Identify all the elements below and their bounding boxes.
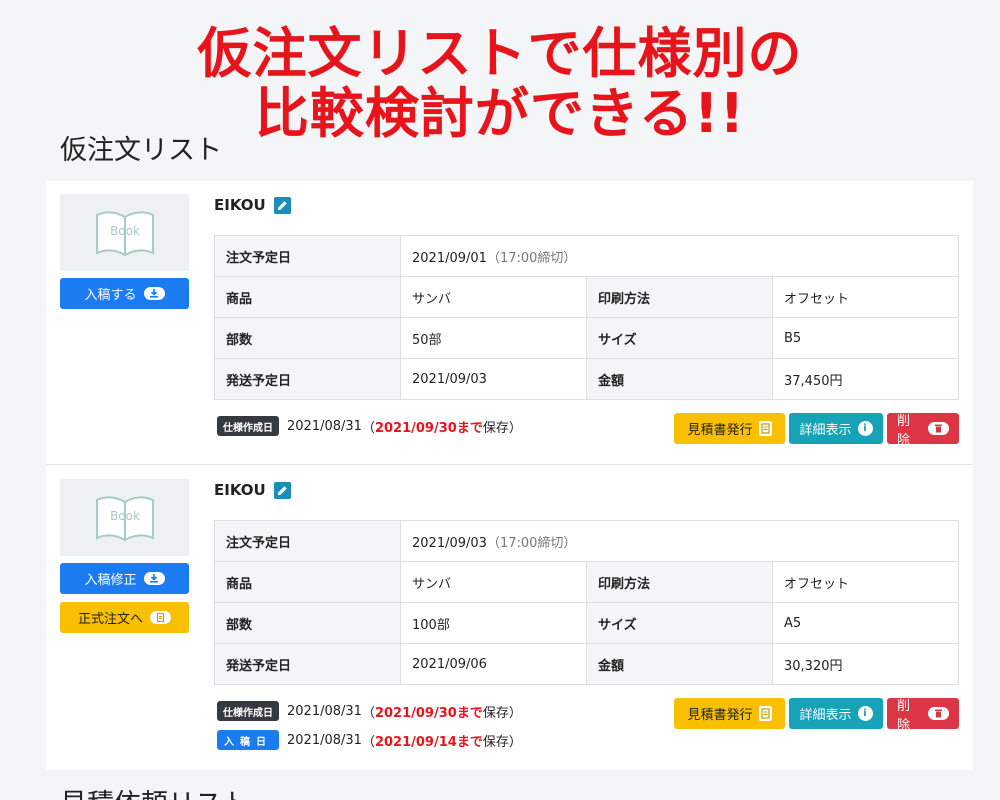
detail-button-label: 詳細表示 <box>799 423 852 438</box>
order-date-label: 注文予定日 <box>214 520 401 562</box>
upload-date-badge: 入稿日 <box>217 730 279 750</box>
upload-edit-button[interactable]: 入稿修正 <box>60 563 189 594</box>
book-thumbnail: Book <box>60 479 189 556</box>
save-text: 保存） <box>482 420 522 436</box>
item-name-row: EIKOU <box>214 481 291 499</box>
item-name-row: EIKOU <box>214 196 291 214</box>
amount-value: 30,320円 <box>772 643 959 685</box>
spec-table: 注文予定日 2021/09/01（17:00締切） 商品 サンバ 印刷方法 オフ… <box>214 235 959 400</box>
item-actions: 見積書発行 詳細表示 i 削除 <box>674 413 959 448</box>
product-label: 商品 <box>214 561 401 603</box>
pencil-icon[interactable] <box>273 196 291 214</box>
thumb-text: Book <box>110 224 140 238</box>
formal-order-button-label: 正式注文へ <box>77 612 143 627</box>
size-label: サイズ <box>586 317 773 359</box>
paren-open: （ <box>361 734 375 750</box>
delete-button-label: 削除 <box>897 413 911 448</box>
item-name: EIKOU <box>214 481 266 499</box>
copies-label: 部数 <box>214 317 401 359</box>
trash-icon <box>928 422 949 435</box>
ship-date-label: 発送予定日 <box>214 643 401 685</box>
save-text: 保存） <box>482 734 522 750</box>
info-icon: i <box>857 421 873 436</box>
book-icon: Book <box>95 210 154 256</box>
upload-button[interactable]: 入稿する <box>60 278 189 309</box>
estimate-button[interactable]: 見積書発行 <box>674 698 785 729</box>
copies-value: 100部 <box>400 602 587 644</box>
save-text: 保存） <box>482 705 522 721</box>
item-name: EIKOU <box>214 196 266 214</box>
print-method-label: 印刷方法 <box>586 276 773 318</box>
info-icon: i <box>857 706 873 721</box>
spec-expiry: 2021/09/30まで <box>374 705 483 721</box>
section-title: 仮注文リスト <box>60 135 222 166</box>
ship-date-value: 2021/09/06 <box>400 643 587 685</box>
ship-date-label: 発送予定日 <box>214 358 401 400</box>
document-icon <box>150 611 171 624</box>
order-date-value: 2021/09/03（17:00締切） <box>400 520 959 562</box>
size-value: B5 <box>772 317 959 359</box>
upload-edit-button-label: 入稿修正 <box>84 573 137 588</box>
product-value: サンバ <box>400 561 587 603</box>
pencil-icon[interactable] <box>273 481 291 499</box>
document-icon <box>758 706 772 721</box>
detail-button[interactable]: 詳細表示 i <box>789 698 883 729</box>
upload-date: 2021/08/31 <box>287 732 362 748</box>
delete-button[interactable]: 削除 <box>887 698 959 733</box>
upload-icon <box>143 572 165 585</box>
paren-open: （ <box>361 705 375 721</box>
delete-button-label: 削除 <box>897 698 911 733</box>
book-icon: Book <box>95 495 154 541</box>
next-section-title: 見積依頼リスト <box>60 782 249 800</box>
upload-icon <box>143 287 165 300</box>
print-method-label: 印刷方法 <box>586 561 773 603</box>
spec-created-date: 2021/08/31 <box>287 703 362 719</box>
upload-expiry: 2021/09/14まで <box>374 734 483 750</box>
item-actions: 見積書発行 詳細表示 i 削除 <box>674 698 959 733</box>
upload-date-row: 入稿日 2021/08/31 （ 2021/09/14まで 保存） <box>217 730 522 750</box>
order-item: Book 入稿する EIKOU 注文予定日 2021/09/01（17:00締切… <box>46 181 973 465</box>
detail-button[interactable]: 詳細表示 i <box>789 413 883 444</box>
copies-label: 部数 <box>214 602 401 644</box>
spec-created-badge: 仕様作成日 <box>217 701 279 721</box>
ship-date-value: 2021/09/03 <box>400 358 587 400</box>
print-method-value: オフセット <box>772 561 959 603</box>
order-date-label: 注文予定日 <box>214 235 401 277</box>
book-thumbnail: Book <box>60 194 189 271</box>
formal-order-button[interactable]: 正式注文へ <box>60 602 189 633</box>
provisional-order-list: Book 入稿する EIKOU 注文予定日 2021/09/01（17:00締切… <box>46 181 973 770</box>
detail-button-label: 詳細表示 <box>799 708 852 723</box>
print-method-value: オフセット <box>772 276 959 318</box>
paren-open: （ <box>361 420 375 436</box>
order-date-value: 2021/09/01（17:00締切） <box>400 235 959 277</box>
copies-value: 50部 <box>400 317 587 359</box>
trash-icon <box>928 707 949 720</box>
product-value: サンバ <box>400 276 587 318</box>
amount-label: 金額 <box>586 358 773 400</box>
upload-button-label: 入稿する <box>84 288 137 303</box>
amount-value: 37,450円 <box>772 358 959 400</box>
promo-headline: 仮注文リストで仕様別の 比較検討ができる!! <box>0 24 1000 144</box>
size-label: サイズ <box>586 602 773 644</box>
estimate-button-label: 見積書発行 <box>687 708 753 723</box>
product-label: 商品 <box>214 276 401 318</box>
estimate-button-label: 見積書発行 <box>687 423 753 438</box>
delete-button[interactable]: 削除 <box>887 413 959 448</box>
spec-created-row: 仕様作成日 2021/08/31 （ 2021/09/30まで 保存） <box>217 701 522 721</box>
order-item: Book 入稿修正 正式注文へ EIKOU 注文予定日 2021/09/03（1… <box>46 466 973 770</box>
spec-created-badge: 仕様作成日 <box>217 416 279 436</box>
spec-created-date: 2021/08/31 <box>287 418 362 434</box>
spec-table: 注文予定日 2021/09/03（17:00締切） 商品 サンバ 印刷方法 オフ… <box>214 520 959 685</box>
promo-line-1: 仮注文リストで仕様別の <box>197 22 803 85</box>
estimate-button[interactable]: 見積書発行 <box>674 413 785 444</box>
document-icon <box>758 421 772 436</box>
thumb-text: Book <box>110 509 140 523</box>
spec-created-row: 仕様作成日 2021/08/31 （ 2021/09/30まで 保存） <box>217 416 522 436</box>
amount-label: 金額 <box>586 643 773 685</box>
spec-expiry: 2021/09/30まで <box>374 420 483 436</box>
size-value: A5 <box>772 602 959 644</box>
